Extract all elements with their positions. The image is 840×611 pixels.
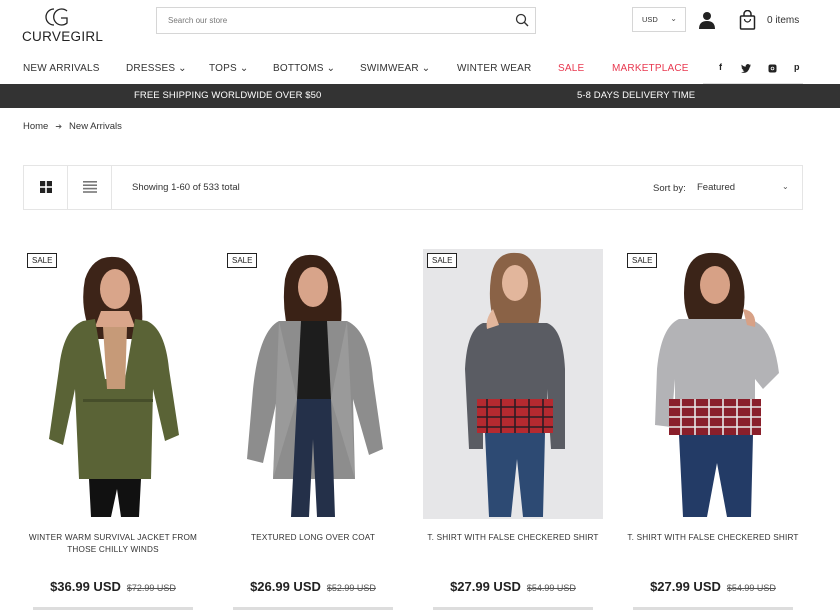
grid-icon (40, 181, 52, 193)
nav-item-bottoms[interactable]: BOTTOMS ⌄ (273, 63, 335, 74)
product-price-row: $27.99 USD $54.99 USD (423, 578, 603, 596)
olive-jacket-model-image (23, 249, 203, 519)
sale-badge: SALE (227, 253, 258, 268)
pinterest-icon[interactable]: p (794, 62, 800, 72)
search-box[interactable] (156, 7, 536, 34)
product-image[interactable]: SALE (223, 249, 403, 519)
product-price-row: $27.99 USD $54.99 USD (623, 578, 803, 596)
light-grey-sweatshirt-model-image (623, 249, 803, 519)
logo-text: CURVEGIRL (22, 29, 104, 44)
product-image[interactable]: SALE (23, 249, 203, 519)
nav-item-sale[interactable]: SALE (558, 63, 584, 74)
card-divider (633, 607, 793, 610)
currency-value: USD (642, 15, 658, 24)
brand-logo[interactable]: CURVEGIRL (22, 6, 104, 44)
original-price: $54.99 USD (726, 583, 776, 593)
sale-badge: SALE (27, 253, 58, 268)
instagram-icon[interactable] (768, 64, 777, 73)
grid-view-button[interactable] (24, 166, 68, 209)
card-divider (33, 607, 193, 610)
nav-item-winter-wear[interactable]: WINTER WEAR (457, 63, 531, 74)
sale-badge: SALE (427, 253, 458, 268)
twitter-icon[interactable] (741, 64, 751, 73)
site-header: CURVEGIRL USD ⌄ 0 items (0, 0, 840, 50)
product-price-row: $26.99 USD $52.99 USD (223, 578, 403, 596)
user-icon[interactable] (698, 11, 716, 29)
search-input[interactable] (157, 8, 497, 33)
shipping-banner: FREE SHIPPING WORLDWIDE OVER $50 5-8 DAY… (0, 84, 840, 108)
cart-count[interactable]: 0 items (767, 15, 799, 26)
card-divider (233, 607, 393, 610)
banner-free-shipping: FREE SHIPPING WORLDWIDE OVER $50 (134, 90, 322, 101)
sale-badge: SALE (627, 253, 658, 268)
sale-price: $26.99 USD (250, 579, 321, 594)
facebook-icon[interactable]: f (719, 62, 722, 72)
nav-item-marketplace[interactable]: MARKETPLACE (612, 63, 689, 74)
sale-price: $36.99 USD (50, 579, 121, 594)
results-count: Showing 1-60 of 533 total (132, 182, 240, 193)
breadcrumb: Home ➔ New Arrivals (23, 121, 122, 132)
grey-coat-model-image (223, 249, 403, 519)
list-view-button[interactable] (68, 166, 112, 209)
product-image[interactable]: SALE (423, 249, 603, 519)
product-image[interactable]: SALE (623, 249, 803, 519)
currency-selector[interactable]: USD ⌄ (632, 7, 686, 32)
collection-toolbar: Showing 1-60 of 533 total Sort by: Featu… (23, 165, 803, 210)
nav-item-swimwear[interactable]: SWIMWEAR ⌄ (360, 63, 430, 74)
original-price: $54.99 USD (526, 583, 576, 593)
original-price: $52.99 USD (326, 583, 376, 593)
shopping-bag-icon[interactable] (739, 10, 756, 30)
product-title[interactable]: TEXTURED LONG OVER COAT (223, 532, 403, 544)
original-price: $72.99 USD (126, 583, 176, 593)
product-title[interactable]: T. SHIRT WITH FALSE CHECKERED SHIRT (623, 532, 803, 544)
product-title[interactable]: WINTER WARM SURVIVAL JACKET FROM THOSE C… (23, 532, 203, 556)
sort-label: Sort by: (653, 183, 686, 194)
breadcrumb-current: New Arrivals (69, 121, 122, 132)
sort-select[interactable]: Featured (697, 182, 735, 193)
search-icon[interactable] (515, 13, 529, 27)
card-divider (433, 607, 593, 610)
product-title[interactable]: T. SHIRT WITH FALSE CHECKERED SHIRT (423, 532, 603, 544)
breadcrumb-home[interactable]: Home (23, 121, 48, 132)
chevron-down-icon[interactable]: ⌄ (782, 182, 789, 191)
banner-delivery-time: 5-8 DAYS DELIVERY TIME (577, 90, 696, 101)
sale-price: $27.99 USD (650, 579, 721, 594)
list-icon (83, 181, 97, 193)
nav-item-dresses[interactable]: DRESSES ⌄ (126, 63, 187, 74)
nav-item-new-arrivals[interactable]: NEW ARRIVALS (23, 63, 100, 74)
nav-item-tops[interactable]: TOPS ⌄ (209, 63, 248, 74)
logo-mark-icon (45, 8, 68, 26)
sale-price: $27.99 USD (450, 579, 521, 594)
arrow-right-icon: ➔ (55, 122, 63, 131)
product-price-row: $36.99 USD $72.99 USD (23, 578, 203, 596)
chevron-down-icon: ⌄ (670, 14, 677, 23)
grey-sweatshirt-model-image (423, 249, 603, 519)
main-nav: NEW ARRIVALS DRESSES ⌄ TOPS ⌄ BOTTOMS ⌄ … (0, 60, 840, 82)
